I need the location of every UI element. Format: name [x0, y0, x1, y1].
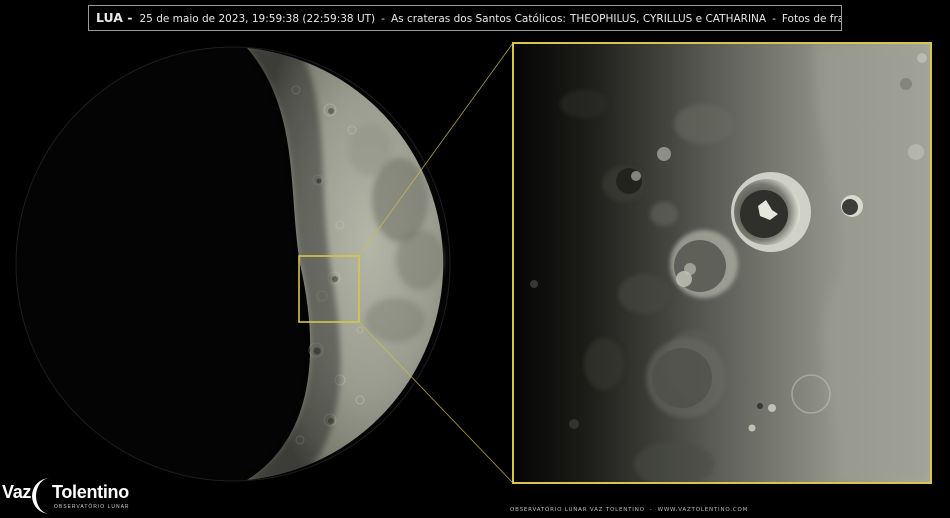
crater-closeup — [514, 44, 930, 482]
footer-dash: - — [649, 507, 653, 513]
logo-subtitle: OBSERVATÓRIO LUNAR — [54, 504, 130, 510]
page: LUA -25 de maio de 2023, 19:59:38 (22:59… — [0, 0, 950, 518]
crater-theophilus — [731, 172, 811, 252]
logo-word-vaz: Vaz — [2, 482, 32, 502]
vaz-tolentino-logo: Vaz Tolentino OBSERVATÓRIO LUNAR — [2, 474, 134, 516]
footer-observatory: OBSERVATÓRIO LUNAR VAZ TOLENTINO — [510, 507, 645, 513]
footer-credit: OBSERVATÓRIO LUNAR VAZ TOLENTINO - WWW.VAZ… — [510, 507, 748, 513]
crater-inset — [512, 42, 932, 484]
crater-cyrillus — [670, 230, 738, 298]
footer-website: WWW.VAZTOLENTINO.COM — [657, 507, 749, 513]
logo-word-tolentino: Tolentino — [52, 482, 129, 502]
crater-catharina — [646, 338, 726, 418]
